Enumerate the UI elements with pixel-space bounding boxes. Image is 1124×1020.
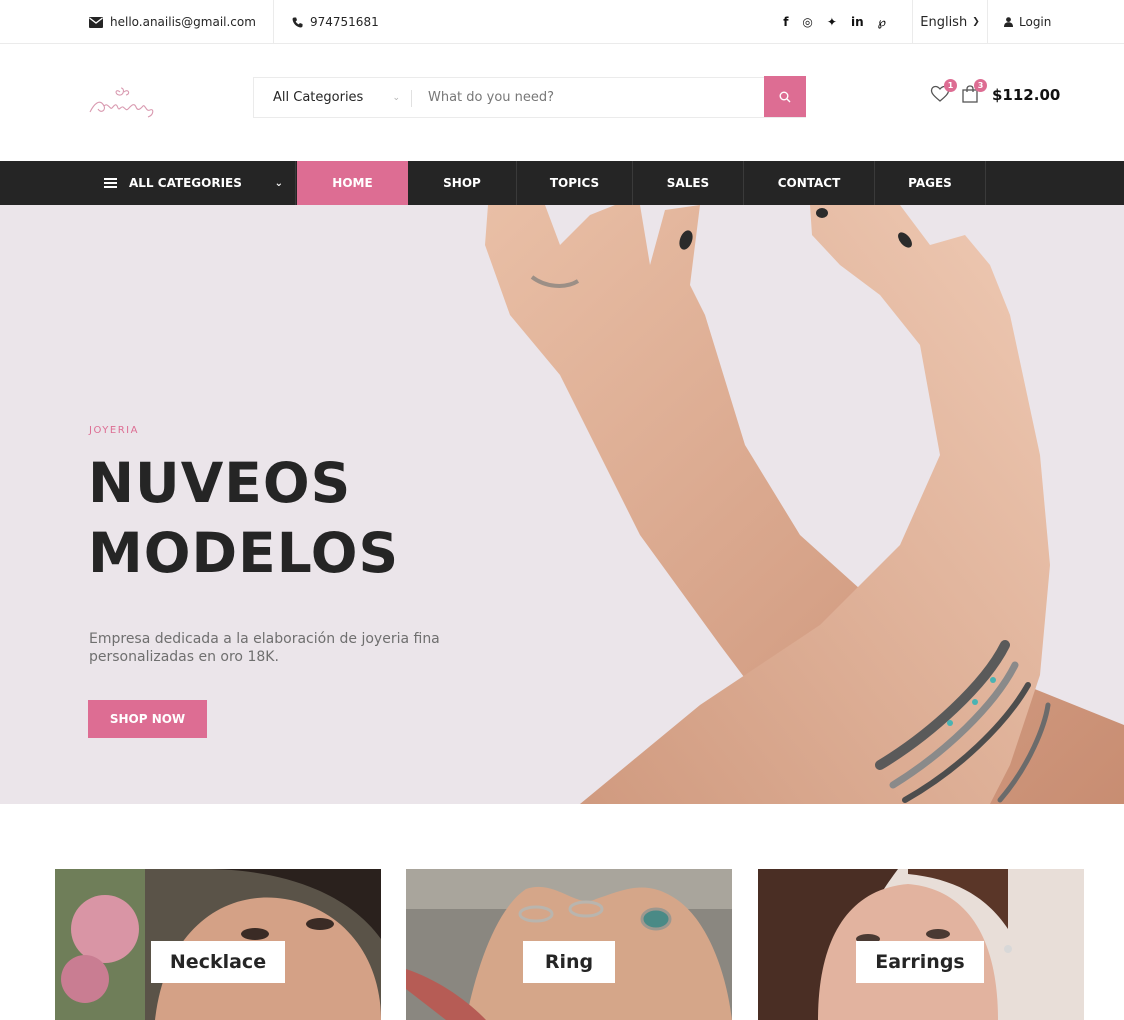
category-label: Earrings xyxy=(856,941,984,983)
top-bar: hello.anailis@gmail.com 974751681 f ◎ ✦ … xyxy=(0,0,1124,44)
language-selector[interactable]: English ❯ xyxy=(912,0,988,44)
header-actions: 1 3 $112.00 xyxy=(930,79,1060,106)
nav-contact[interactable]: CONTACT xyxy=(744,161,875,205)
hero-title-line2: MODELOS xyxy=(88,521,400,585)
nav-pages-label: PAGES xyxy=(908,176,952,190)
nav-sales-label: SALES xyxy=(666,176,710,190)
chevron-down-icon: ⌄ xyxy=(392,92,400,103)
nav-home[interactable]: HOME xyxy=(297,161,408,205)
user-icon xyxy=(1004,17,1013,27)
wishlist-button[interactable]: 1 xyxy=(930,79,957,106)
search-bar: All Categories ⌄ xyxy=(253,76,806,118)
social-links: f ◎ ✦ in ℘ xyxy=(769,0,886,44)
main-nav: ALL CATEGORIES ⌄ HOME SHOP TOPICS SALES … xyxy=(0,161,1124,205)
envelope-icon xyxy=(89,16,103,28)
search-icon xyxy=(779,91,791,102)
cart-total[interactable]: $112.00 xyxy=(992,86,1060,104)
phone-text: 974751681 xyxy=(310,15,379,29)
hero-description: Empresa dedicada a la elaboración de joy… xyxy=(89,631,440,665)
instagram-icon[interactable]: ◎ xyxy=(802,15,812,29)
chevron-down-icon: ⌄ xyxy=(274,177,283,189)
hero-banner: JOYERIA NUVEOS MODELOS Empresa dedicada … xyxy=(0,205,1124,804)
hamburger-icon xyxy=(104,178,117,188)
cart-button[interactable]: 3 xyxy=(960,79,987,106)
category-card-earrings[interactable]: Earrings xyxy=(758,869,1084,1020)
nav-shop-label: SHOP xyxy=(443,176,481,190)
pinterest-icon[interactable]: ℘ xyxy=(878,15,886,29)
all-categories-label: ALL CATEGORIES xyxy=(129,176,242,190)
category-select[interactable]: All Categories ⌄ xyxy=(254,78,412,117)
nav-pages[interactable]: PAGES xyxy=(875,161,986,205)
hero-title: NUVEOS MODELOS xyxy=(88,448,468,588)
phone-contact[interactable]: 974751681 xyxy=(292,0,379,44)
wishlist-count-badge: 1 xyxy=(944,79,957,92)
twitter-icon[interactable]: ✦ xyxy=(827,15,837,29)
all-categories-menu[interactable]: ALL CATEGORIES ⌄ xyxy=(89,161,296,205)
login-link[interactable]: Login xyxy=(1004,0,1051,44)
nav-contact-label: CONTACT xyxy=(777,176,841,190)
email-contact[interactable]: hello.anailis@gmail.com xyxy=(89,0,274,44)
nav-topics-label: TOPICS xyxy=(549,176,600,190)
category-card-necklace[interactable]: Necklace xyxy=(55,869,381,1020)
email-text: hello.anailis@gmail.com xyxy=(110,15,256,29)
hero-eyebrow: JOYERIA xyxy=(89,425,139,436)
facebook-icon[interactable]: f xyxy=(783,15,788,29)
nav-shop[interactable]: SHOP xyxy=(408,161,517,205)
category-label: Necklace xyxy=(151,941,285,983)
logo[interactable] xyxy=(88,82,168,122)
category-label: Ring xyxy=(523,941,615,983)
phone-icon xyxy=(292,16,303,27)
hero-title-line1: NUVEOS xyxy=(88,451,352,515)
category-card-ring[interactable]: Ring xyxy=(406,869,732,1020)
login-label: Login xyxy=(1019,15,1052,29)
nav-home-label: HOME xyxy=(332,176,373,190)
shop-now-button[interactable]: SHOP NOW xyxy=(88,700,207,738)
language-label: English xyxy=(920,14,968,30)
category-select-label: All Categories xyxy=(273,90,364,105)
cart-count-badge: 3 xyxy=(974,79,987,92)
search-button[interactable] xyxy=(764,76,806,117)
nav-sales[interactable]: SALES xyxy=(633,161,744,205)
nav-topics[interactable]: TOPICS xyxy=(517,161,633,205)
search-input[interactable] xyxy=(412,78,764,117)
linkedin-icon[interactable]: in xyxy=(851,15,864,29)
chevron-down-icon: ❯ xyxy=(972,17,980,27)
